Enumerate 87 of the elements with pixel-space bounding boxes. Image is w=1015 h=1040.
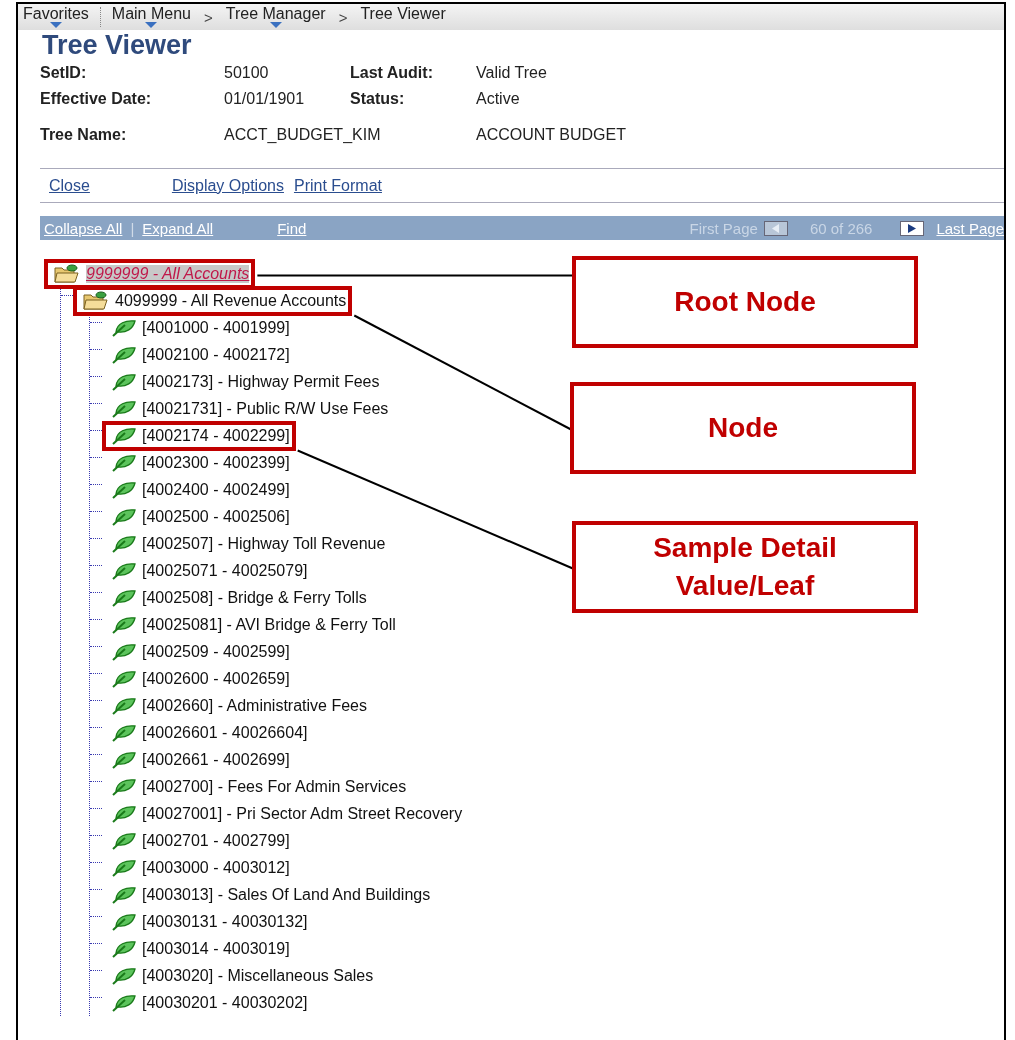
breadcrumb-item[interactable]: Tree Manager [222,5,329,33]
action-link[interactable]: Close [49,177,90,195]
leaf-icon [112,345,136,364]
leaf-icon [112,453,136,472]
tree-node[interactable]: [4002661 - 4002699] [142,750,290,769]
dropdown-caret-icon[interactable] [145,22,158,28]
tree-node[interactable]: 4099999 - All Revenue Accounts [115,291,347,310]
leaf-icon [112,426,136,445]
tree-node[interactable]: [4002500 - 4002506] [142,507,290,526]
folder-icon [54,263,80,284]
leaf-icon [112,399,136,418]
page-counter: 60 of 266 [809,219,873,237]
action-link[interactable]: Print Format [293,177,382,195]
tree-node[interactable]: [4001000 - 4001999] [142,318,290,337]
page-title: Tree Viewer [41,30,193,60]
field-value: Active [476,90,521,108]
tree-node[interactable]: [40025081] - AVI Bridge & Ferry Toll [142,615,396,634]
leaf-icon [112,723,136,742]
toolbar-divider: | [130,219,135,237]
breadcrumb-separator: > [337,8,349,26]
tree-node[interactable]: [4003014 - 4003019] [142,939,290,958]
action-link[interactable]: Display Options [171,177,284,195]
tree-node[interactable]: [4002700] - Fees For Admin Services [142,777,407,796]
leaf-icon [112,534,136,553]
tree-node[interactable]: [4002701 - 4002799] [142,831,290,850]
leaf-icon [112,372,136,391]
folder-icon [83,290,109,311]
leaf-icon [112,642,136,661]
right-triangle-icon[interactable] [908,223,917,233]
field-label: Last Audit: [350,64,434,82]
field-label: Tree Name: [40,126,128,144]
leaf-icon [112,966,136,985]
leaf-icon [112,318,136,337]
leaf-icon [112,831,136,850]
field-label: Effective Date: [40,90,153,108]
leaf-icon [112,858,136,877]
dropdown-caret-icon[interactable] [269,22,282,28]
leaf-icon [112,777,136,796]
field-value: ACCOUNT BUDGET [476,126,627,144]
leaf-icon [112,669,136,688]
leaf-icon [112,939,136,958]
tree-node[interactable]: [40027001] - Pri Sector Adm Street Recovery [142,804,463,823]
leaf-icon [112,615,136,634]
leaf-icon [112,588,136,607]
callout-label: Node [570,382,916,474]
tree-node[interactable]: [4002660] - Administrative Fees [142,696,367,715]
field-label: Status: [350,90,406,108]
tree-node[interactable]: [4003020] - Miscellaneous Sales [142,966,374,985]
tree-node[interactable]: [40021731] - Public R/W Use Fees [142,399,389,418]
tree-node[interactable]: [4002509 - 4002599] [142,642,290,661]
tree-node[interactable]: [4002173] - Highway Permit Fees [142,372,380,391]
tree-node[interactable]: 9999999 - All Accounts [86,264,250,283]
tree-node[interactable]: [40030131 - 40030132] [142,912,308,931]
tree-node[interactable]: [40026601 - 40026604] [142,723,308,742]
leaf-icon [112,696,136,715]
breadcrumb-item[interactable]: Main Menu [108,5,194,33]
leaf-icon [112,480,136,499]
leaf-icon [112,750,136,769]
next-page-button[interactable] [900,220,925,236]
field-value: 50100 [224,64,270,82]
tree-node[interactable]: [4002174 - 4002299] [142,426,290,445]
tree-node[interactable]: [4002400 - 4002499] [142,480,290,499]
breadcrumb-item[interactable]: Favorites [20,5,92,33]
leaf-icon [112,885,136,904]
leaf-icon [112,561,136,580]
leaf-icon [112,912,136,931]
field-value: 01/01/1901 [224,90,306,108]
breadcrumb-item[interactable]: Tree Viewer [357,4,449,34]
tree-node[interactable]: [4002507] - Highway Toll Revenue [142,534,386,553]
leaf-icon [112,993,136,1012]
field-value: Valid Tree [476,64,548,82]
leaf-icon [112,507,136,526]
tree-node[interactable]: [4003013] - Sales Of Land And Buildings [142,885,431,904]
leaf-icon [112,804,136,823]
tree-node[interactable]: [4002300 - 4002399] [142,453,290,472]
field-value: ACCT_BUDGET_KIM [224,126,382,144]
tree-node[interactable]: [4002600 - 4002659] [142,669,290,688]
tree-node[interactable]: [4002100 - 4002172] [142,345,290,364]
dropdown-caret-icon[interactable] [49,22,62,28]
tree-node[interactable]: [4002508] - Bridge & Ferry Tolls [142,588,367,607]
tree-node[interactable]: [4003000 - 4003012] [142,858,290,877]
field-label: SetID: [40,64,88,82]
callout-label: Root Node [572,256,918,348]
tree-node[interactable]: [40030201 - 40030202] [142,993,308,1012]
tree-node[interactable]: [40025071 - 40025079] [142,561,308,580]
breadcrumb-separator: > [202,8,214,26]
callout-label: Sample Detail Value/Leaf [572,521,918,613]
